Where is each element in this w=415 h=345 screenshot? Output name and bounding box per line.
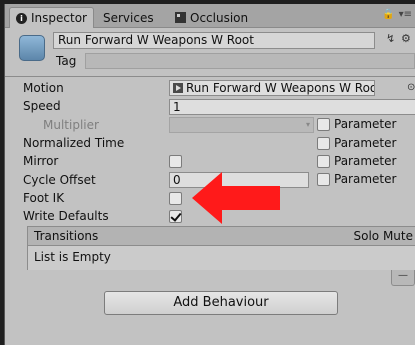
remove-transition-button[interactable]: — [391, 270, 415, 286]
lock-icon[interactable]: 🔒 [382, 9, 394, 20]
object-picker-icon[interactable]: ⊙ [407, 82, 415, 93]
menu-icon[interactable]: ▾≡ [399, 9, 412, 20]
motion-value: Run Forward W Weapons W Root [186, 81, 375, 95]
tab-services[interactable]: Services [97, 7, 160, 28]
cycle-offset-parameter-label: Parameter [334, 172, 397, 186]
pin-icon[interactable]: ↯ [386, 32, 395, 45]
add-behaviour-button[interactable]: Add Behaviour [104, 291, 338, 315]
mirror-label: Mirror [23, 154, 59, 168]
transitions-columns: Solo Mute [353, 229, 414, 243]
multiplier-parameter-toggle[interactable]: Parameter [317, 117, 396, 131]
tab-controls: 🔒 ▾≡ [382, 9, 412, 20]
gear-icon[interactable]: ⚙ [401, 32, 411, 45]
animation-clip-icon [173, 83, 183, 93]
normalized-time-parameter-toggle[interactable]: Parameter [317, 136, 396, 150]
speed-field[interactable]: 1 [169, 99, 415, 115]
write-defaults-label: Write Defaults [23, 209, 109, 223]
multiplier-dropdown: ▾ [169, 117, 314, 133]
motion-label: Motion [23, 81, 64, 95]
empty-list-text: List is Empty [34, 250, 111, 264]
transitions-title: Transitions [34, 229, 99, 243]
motion-field[interactable]: Run Forward W Weapons W Root [169, 80, 375, 96]
mirror-parameter-checkbox[interactable] [317, 154, 330, 168]
tab-occlusion-label: Occlusion [190, 10, 249, 25]
mirror-checkbox[interactable] [169, 155, 182, 168]
multiplier-parameter-label: Parameter [334, 117, 397, 131]
animator-state-icon [19, 35, 45, 61]
red-arrow-annotation [192, 172, 280, 224]
tab-services-label: Services [103, 10, 154, 25]
header-divider [5, 76, 415, 77]
normalized-time-parameter-checkbox[interactable] [317, 136, 330, 150]
inspector-panel: i Inspector Services Occlusion 🔒 ▾≡ Run … [4, 4, 415, 345]
cycle-offset-parameter-checkbox[interactable] [317, 172, 330, 186]
tab-occlusion[interactable]: Occlusion [169, 7, 254, 28]
mirror-parameter-label: Parameter [334, 154, 397, 168]
foot-ik-checkbox[interactable] [169, 192, 182, 205]
foot-ik-label: Foot IK [23, 191, 65, 205]
cycle-offset-label: Cycle Offset [23, 173, 96, 187]
inspector-header: Run Forward W Weapons W Root ↯ ⚙ Tag [5, 29, 415, 75]
multiplier-parameter-checkbox[interactable] [317, 117, 330, 131]
multiplier-label: Multiplier [43, 118, 99, 132]
transitions-list: Transitions Solo Mute List is Empty [27, 226, 415, 270]
mirror-parameter-toggle[interactable]: Parameter [317, 154, 396, 168]
occlusion-icon [175, 12, 186, 23]
tag-label: Tag [56, 54, 77, 68]
tag-field[interactable] [85, 53, 415, 69]
normalized-time-label: Normalized Time [23, 136, 125, 150]
tab-inspector[interactable]: i Inspector [9, 7, 94, 28]
tab-bar: i Inspector Services Occlusion 🔒 ▾≡ [5, 4, 415, 28]
info-icon: i [16, 12, 27, 24]
cycle-offset-parameter-toggle[interactable]: Parameter [317, 172, 396, 186]
state-name-field[interactable]: Run Forward W Weapons W Root [53, 32, 375, 49]
tab-inspector-label: Inspector [31, 11, 87, 25]
transitions-header: Transitions Solo Mute [28, 227, 415, 246]
transitions-body: List is Empty [28, 246, 415, 270]
speed-label: Speed [23, 99, 61, 113]
normalized-time-parameter-label: Parameter [334, 136, 397, 150]
dropdown-arrow-icon: ▾ [305, 120, 310, 129]
write-defaults-checkbox[interactable] [169, 210, 182, 223]
